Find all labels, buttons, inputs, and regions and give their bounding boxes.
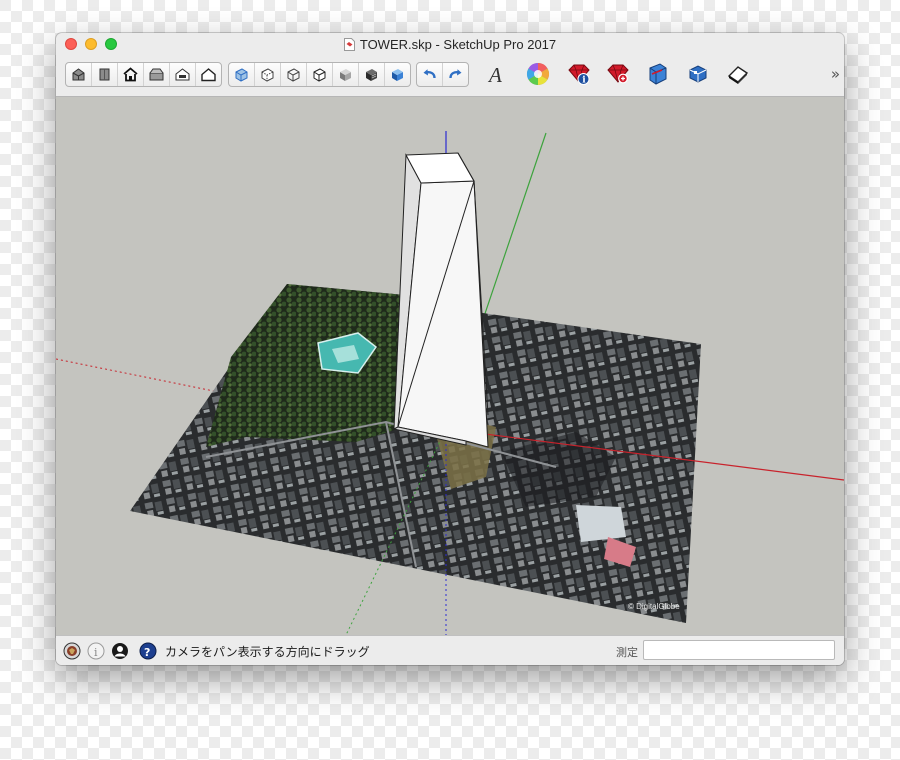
- model-viewport[interactable]: © DigitalGlobe: [56, 97, 844, 635]
- color-wheel-icon: [527, 63, 549, 85]
- wireframe-style-button[interactable]: [281, 63, 307, 86]
- redo-button[interactable]: [443, 63, 468, 86]
- hidden-line-style-button[interactable]: [307, 63, 333, 86]
- monochrome-style-icon: [392, 69, 403, 81]
- top-view-icon: [99, 68, 110, 81]
- instructor-help-icon[interactable]: ?: [139, 642, 157, 660]
- minimize-window-button[interactable]: [85, 38, 97, 50]
- title-wrap: TOWER.skp - SketchUp Pro 2017: [343, 36, 557, 52]
- section-plane-icon: [649, 63, 667, 85]
- top-view-button[interactable]: [92, 63, 118, 86]
- extension-warehouse-tool[interactable]: [604, 60, 632, 88]
- svg-text:i: i: [582, 76, 586, 86]
- geo-location-icon[interactable]: [63, 642, 81, 660]
- close-window-button[interactable]: [65, 38, 77, 50]
- main-toolbar: A i »: [56, 55, 844, 97]
- svg-text:?: ?: [144, 646, 150, 659]
- model-info-tool[interactable]: i: [565, 60, 593, 88]
- styles-toolbar-group: [228, 62, 411, 87]
- user-account-icon[interactable]: [111, 642, 129, 660]
- svg-text:i: i: [94, 646, 98, 659]
- iso-view-icon: [72, 68, 85, 81]
- status-message: カメラをパン表示する方向にドラッグ: [165, 645, 370, 659]
- hidden-line-style-icon: [313, 68, 326, 82]
- edit-toolbar-group: [416, 62, 469, 87]
- back-view-icon: [175, 68, 190, 81]
- back-view-button[interactable]: [170, 63, 196, 86]
- shaded-textures-style-icon: [366, 69, 377, 81]
- xray-style-icon: [235, 68, 248, 82]
- eraser-tool[interactable]: [724, 60, 752, 88]
- title-bar[interactable]: TOWER.skp - SketchUp Pro 2017: [56, 33, 844, 55]
- toolbar-overflow-button[interactable]: »: [831, 65, 840, 83]
- measurements-input[interactable]: [643, 640, 835, 660]
- model-info-icon: i: [568, 64, 590, 86]
- shaded-textures-style-button[interactable]: [359, 63, 385, 86]
- skp-document-icon: [343, 37, 355, 51]
- tower-model[interactable]: [392, 152, 489, 448]
- text-style-icon: A: [487, 63, 502, 86]
- redo-icon: [449, 69, 462, 79]
- component-tool[interactable]: [684, 60, 712, 88]
- right-view-icon: [149, 68, 164, 81]
- views-toolbar-group: [65, 62, 222, 87]
- window-controls: [65, 38, 117, 50]
- xray-style-button[interactable]: [229, 63, 255, 86]
- imagery-watermark: © DigitalGlobe: [628, 602, 680, 611]
- window-title: TOWER.skp - SketchUp Pro 2017: [359, 36, 557, 52]
- zoom-window-button[interactable]: [105, 38, 117, 50]
- right-view-button[interactable]: [144, 63, 170, 86]
- left-view-button[interactable]: [196, 63, 221, 86]
- front-view-icon: [123, 67, 138, 82]
- scene-canvas[interactable]: © DigitalGlobe: [56, 97, 844, 635]
- status-bar: i ? カメラをパン表示する方向にドラッグ 測定: [56, 635, 844, 665]
- iso-view-button[interactable]: [66, 63, 92, 86]
- undo-button[interactable]: [417, 63, 443, 86]
- monochrome-style-button[interactable]: [385, 63, 410, 86]
- extension-warehouse-icon: [607, 64, 629, 84]
- credits-info-icon[interactable]: i: [87, 642, 105, 660]
- svg-text:A: A: [487, 63, 502, 86]
- measurements-label: 測定: [616, 646, 638, 659]
- shaded-style-icon: [340, 69, 351, 81]
- eraser-icon: [727, 66, 749, 84]
- undo-icon: [423, 69, 436, 79]
- component-icon: [689, 65, 707, 83]
- front-view-button[interactable]: [118, 63, 144, 86]
- wireframe-style-icon: [287, 68, 300, 82]
- back-edges-style-button[interactable]: [255, 63, 281, 86]
- left-view-icon: [201, 68, 216, 82]
- back-edges-style-icon: [261, 68, 274, 82]
- section-plane-tool[interactable]: [644, 60, 672, 88]
- sketchup-window: TOWER.skp - SketchUp Pro 2017 A i » © Di…: [56, 33, 844, 665]
- materials-tool[interactable]: [524, 60, 552, 88]
- shaded-style-button[interactable]: [333, 63, 359, 86]
- text-style-tool[interactable]: A: [482, 60, 510, 88]
